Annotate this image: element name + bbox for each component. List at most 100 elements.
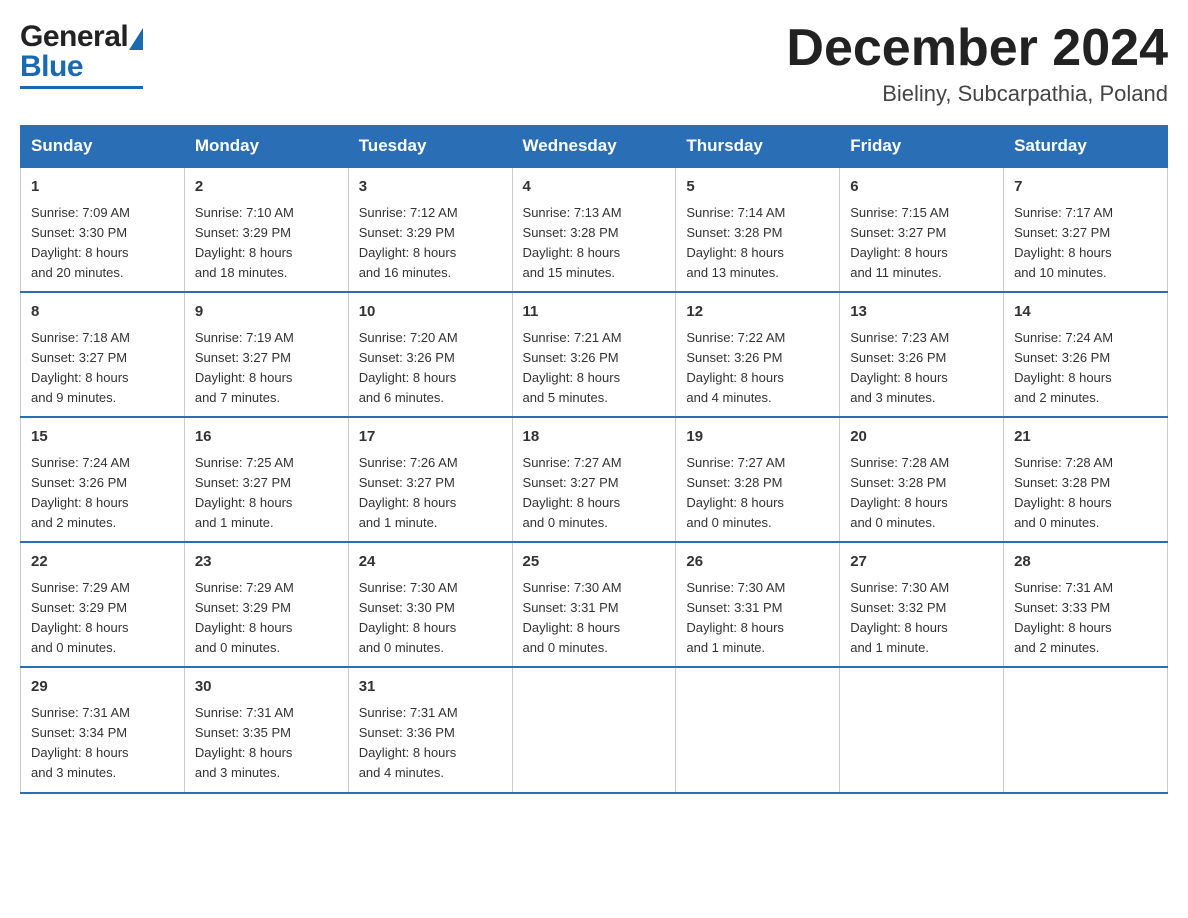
calendar-cell: 30Sunrise: 7:31 AMSunset: 3:35 PMDayligh… (184, 667, 348, 792)
calendar-cell (676, 667, 840, 792)
calendar-cell: 6 Sunrise: 7:15 AMSunset: 3:27 PMDaylight… (840, 167, 1004, 292)
calendar-cell: 27 Sunrise: 7:30 AMSunset: 3:32 PMDayligh… (840, 542, 1004, 667)
days-header-row: Sunday Monday Tuesday Wednesday Thursday… (21, 126, 1168, 168)
day-number: 20 (850, 426, 993, 449)
day-number: 11 (523, 301, 666, 324)
day-info: Sunrise: 7:24 AMSunset: 3:26 PMDaylight:… (31, 453, 174, 534)
calendar-cell: 11 Sunrise: 7:21 AMSunset: 3:26 PMDayligh… (512, 292, 676, 417)
day-number: 9 (195, 301, 338, 324)
header-thursday: Thursday (676, 126, 840, 168)
calendar-week-row: 29 Sunrise: 7:31 AMSunset: 3:34 PMDayligh… (21, 667, 1168, 792)
day-info: Sunrise: 7:30 AMSunset: 3:30 PMDaylight:… (359, 578, 502, 659)
header-monday: Monday (184, 126, 348, 168)
header-saturday: Saturday (1004, 126, 1168, 168)
day-info: Sunrise: 7:30 AMSunset: 3:31 PMDaylight:… (523, 578, 666, 659)
calendar-week-row: 8 Sunrise: 7:18 AMSunset: 3:27 PMDaylight… (21, 292, 1168, 417)
calendar-table: Sunday Monday Tuesday Wednesday Thursday… (20, 125, 1168, 793)
day-number: 30 (195, 676, 338, 699)
day-number: 24 (359, 551, 502, 574)
title-section: December 2024 Bieliny, Subcarpathia, Pol… (786, 20, 1168, 107)
day-info: Sunrise: 7:31 AMSunset: 3:33 PMDaylight:… (1014, 578, 1157, 659)
day-number: 16 (195, 426, 338, 449)
calendar-cell: 23Sunrise: 7:29 AMSunset: 3:29 PMDayligh… (184, 542, 348, 667)
logo-underline (20, 86, 143, 89)
calendar-cell: 15 Sunrise: 7:24 AMSunset: 3:26 PMDayligh… (21, 417, 185, 542)
calendar-cell: 31 Sunrise: 7:31 AMSunset: 3:36 PMDayligh… (348, 667, 512, 792)
logo-triangle-icon (129, 28, 143, 50)
calendar-cell: 22 Sunrise: 7:29 AMSunset: 3:29 PMDayligh… (21, 542, 185, 667)
day-number: 28 (1014, 551, 1157, 574)
logo-general-text: General (20, 20, 128, 54)
day-number: 22 (31, 551, 174, 574)
day-number: 2 (195, 176, 338, 199)
day-number: 10 (359, 301, 502, 324)
day-info: Sunrise: 7:10 AMSunset: 3:29 PMDaylight:… (195, 203, 338, 284)
calendar-header: Sunday Monday Tuesday Wednesday Thursday… (21, 126, 1168, 168)
calendar-cell: 20 Sunrise: 7:28 AMSunset: 3:28 PMDayligh… (840, 417, 1004, 542)
day-info: Sunrise: 7:22 AMSunset: 3:26 PMDaylight:… (686, 328, 829, 409)
calendar-cell: 21Sunrise: 7:28 AMSunset: 3:28 PMDayligh… (1004, 417, 1168, 542)
calendar-cell (1004, 667, 1168, 792)
day-number: 27 (850, 551, 993, 574)
location-title: Bieliny, Subcarpathia, Poland (786, 81, 1168, 107)
calendar-cell: 13Sunrise: 7:23 AMSunset: 3:26 PMDayligh… (840, 292, 1004, 417)
calendar-cell: 28 Sunrise: 7:31 AMSunset: 3:33 PMDayligh… (1004, 542, 1168, 667)
header-friday: Friday (840, 126, 1004, 168)
calendar-cell: 4Sunrise: 7:13 AMSunset: 3:28 PMDaylight… (512, 167, 676, 292)
day-info: Sunrise: 7:15 AMSunset: 3:27 PMDaylight:… (850, 203, 993, 284)
calendar-cell: 7 Sunrise: 7:17 AMSunset: 3:27 PMDaylight… (1004, 167, 1168, 292)
day-info: Sunrise: 7:30 AMSunset: 3:32 PMDaylight:… (850, 578, 993, 659)
header-wednesday: Wednesday (512, 126, 676, 168)
day-number: 17 (359, 426, 502, 449)
calendar-cell: 24 Sunrise: 7:30 AMSunset: 3:30 PMDayligh… (348, 542, 512, 667)
calendar-cell: 26 Sunrise: 7:30 AMSunset: 3:31 PMDayligh… (676, 542, 840, 667)
calendar-cell: 12 Sunrise: 7:22 AMSunset: 3:26 PMDayligh… (676, 292, 840, 417)
day-number: 1 (31, 176, 174, 199)
day-number: 8 (31, 301, 174, 324)
day-info: Sunrise: 7:17 AMSunset: 3:27 PMDaylight:… (1014, 203, 1157, 284)
day-number: 13 (850, 301, 993, 324)
day-number: 12 (686, 301, 829, 324)
day-info: Sunrise: 7:31 AMSunset: 3:34 PMDaylight:… (31, 703, 174, 784)
day-info: Sunrise: 7:28 AMSunset: 3:28 PMDaylight:… (850, 453, 993, 534)
calendar-cell: 16Sunrise: 7:25 AMSunset: 3:27 PMDayligh… (184, 417, 348, 542)
calendar-week-row: 1 Sunrise: 7:09 AMSunset: 3:30 PMDaylight… (21, 167, 1168, 292)
day-number: 14 (1014, 301, 1157, 324)
day-info: Sunrise: 7:28 AMSunset: 3:28 PMDaylight:… (1014, 453, 1157, 534)
calendar-cell (840, 667, 1004, 792)
day-number: 5 (686, 176, 829, 199)
calendar-week-row: 22 Sunrise: 7:29 AMSunset: 3:29 PMDayligh… (21, 542, 1168, 667)
calendar-cell: 3Sunrise: 7:12 AMSunset: 3:29 PMDaylight… (348, 167, 512, 292)
day-number: 29 (31, 676, 174, 699)
day-number: 7 (1014, 176, 1157, 199)
calendar-week-row: 15 Sunrise: 7:24 AMSunset: 3:26 PMDayligh… (21, 417, 1168, 542)
day-info: Sunrise: 7:14 AMSunset: 3:28 PMDaylight:… (686, 203, 829, 284)
day-info: Sunrise: 7:27 AMSunset: 3:28 PMDaylight:… (686, 453, 829, 534)
day-info: Sunrise: 7:18 AMSunset: 3:27 PMDaylight:… (31, 328, 174, 409)
day-number: 15 (31, 426, 174, 449)
day-number: 18 (523, 426, 666, 449)
calendar-cell (512, 667, 676, 792)
calendar-cell: 25 Sunrise: 7:30 AMSunset: 3:31 PMDayligh… (512, 542, 676, 667)
day-number: 26 (686, 551, 829, 574)
day-info: Sunrise: 7:12 AMSunset: 3:29 PMDaylight:… (359, 203, 502, 284)
day-number: 25 (523, 551, 666, 574)
day-info: Sunrise: 7:20 AMSunset: 3:26 PMDaylight:… (359, 328, 502, 409)
calendar-cell: 17Sunrise: 7:26 AMSunset: 3:27 PMDayligh… (348, 417, 512, 542)
day-number: 31 (359, 676, 502, 699)
day-info: Sunrise: 7:21 AMSunset: 3:26 PMDaylight:… (523, 328, 666, 409)
day-info: Sunrise: 7:29 AMSunset: 3:29 PMDaylight:… (31, 578, 174, 659)
day-info: Sunrise: 7:30 AMSunset: 3:31 PMDaylight:… (686, 578, 829, 659)
calendar-cell: 5 Sunrise: 7:14 AMSunset: 3:28 PMDaylight… (676, 167, 840, 292)
day-info: Sunrise: 7:09 AMSunset: 3:30 PMDaylight:… (31, 203, 174, 284)
calendar-cell: 19Sunrise: 7:27 AMSunset: 3:28 PMDayligh… (676, 417, 840, 542)
header-sunday: Sunday (21, 126, 185, 168)
day-info: Sunrise: 7:29 AMSunset: 3:29 PMDaylight:… (195, 578, 338, 659)
day-info: Sunrise: 7:19 AMSunset: 3:27 PMDaylight:… (195, 328, 338, 409)
calendar-cell: 9 Sunrise: 7:19 AMSunset: 3:27 PMDaylight… (184, 292, 348, 417)
day-number: 4 (523, 176, 666, 199)
calendar-cell: 1 Sunrise: 7:09 AMSunset: 3:30 PMDaylight… (21, 167, 185, 292)
day-number: 6 (850, 176, 993, 199)
calendar-cell: 14Sunrise: 7:24 AMSunset: 3:26 PMDayligh… (1004, 292, 1168, 417)
day-info: Sunrise: 7:31 AMSunset: 3:36 PMDaylight:… (359, 703, 502, 784)
